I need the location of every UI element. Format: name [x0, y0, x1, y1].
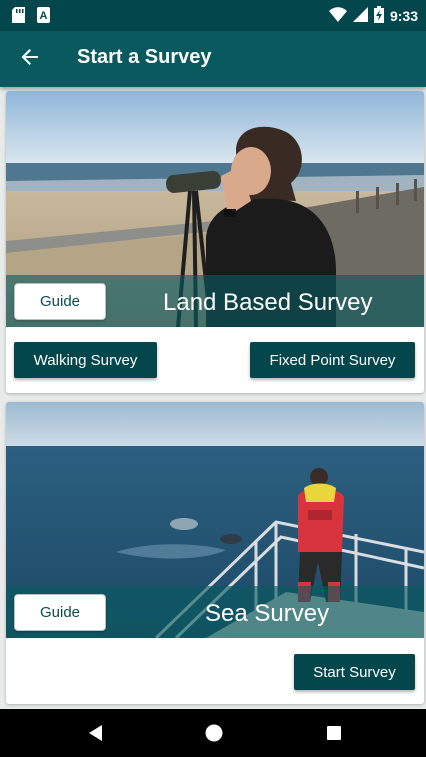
nav-home-icon — [202, 724, 226, 749]
sea-guide-button[interactable]: Guide — [14, 594, 106, 631]
svg-text:A: A — [40, 10, 48, 22]
back-button[interactable] — [12, 41, 48, 77]
fixed-point-survey-button[interactable]: Fixed Point Survey — [250, 342, 415, 378]
land-survey-title: Land Based Survey — [163, 289, 373, 316]
status-time: 9:33 — [389, 8, 418, 24]
a-notification-icon: A — [37, 7, 50, 28]
sea-survey-title: Sea Survey — [205, 600, 330, 627]
nav-recents-button[interactable] — [322, 721, 346, 745]
status-bar: A 9:33 — [0, 0, 426, 31]
wifi-icon — [328, 6, 347, 26]
walking-survey-button[interactable]: Walking Survey — [14, 342, 157, 378]
start-survey-button[interactable]: Start Survey — [294, 654, 415, 690]
land-survey-card: Guide Land Based Survey Walking Survey F… — [6, 91, 424, 393]
page-title: Start a Survey — [77, 46, 212, 68]
sd-card-icon — [12, 7, 25, 28]
sea-survey-card: Guide Sea Survey Start Survey — [6, 402, 424, 704]
nav-back-icon — [84, 725, 108, 749]
battery-charging-icon — [373, 6, 384, 26]
navigation-bar — [0, 709, 426, 757]
nav-back-button[interactable] — [84, 721, 108, 745]
app-bar: Start a Survey — [0, 31, 426, 87]
nav-home-button[interactable] — [202, 721, 226, 745]
land-guide-button[interactable]: Guide — [14, 283, 106, 320]
back-arrow-icon — [21, 48, 39, 71]
cellular-signal-icon — [352, 7, 368, 25]
nav-recents-icon — [322, 726, 346, 749]
